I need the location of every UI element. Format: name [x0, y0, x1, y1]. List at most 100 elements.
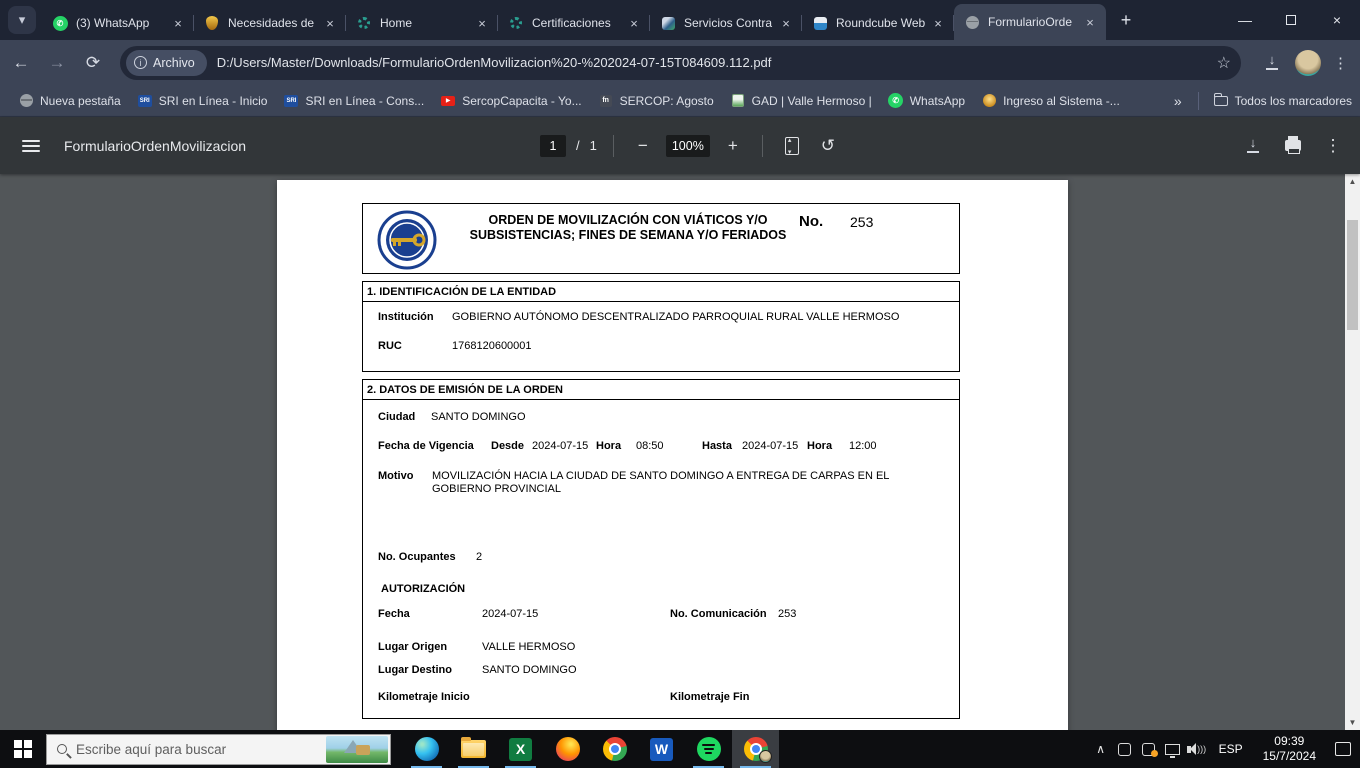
reload-button[interactable]: ⟳: [78, 48, 108, 78]
tab-home[interactable]: Home ×: [346, 6, 498, 40]
hora-desde-value: 08:50: [636, 440, 664, 452]
file-explorer-icon: [461, 737, 486, 758]
zoom-in-button[interactable]: +: [720, 133, 746, 159]
tab-close-icon[interactable]: ×: [1082, 14, 1098, 30]
taskbar-clock[interactable]: 09:39 15/7/2024: [1253, 734, 1326, 764]
tab-certificaciones[interactable]: Certificaciones ×: [498, 6, 650, 40]
tab-label: Home: [380, 16, 413, 30]
taskbar-excel[interactable]: X: [497, 730, 544, 768]
contraloria-logo: [377, 210, 437, 270]
tab-whatsapp[interactable]: ✆ (3) WhatsApp ×: [42, 6, 194, 40]
bookmark-label: GAD | Valle Hermoso |: [751, 93, 872, 108]
tab-close-icon[interactable]: ×: [322, 15, 338, 31]
forward-button[interactable]: →: [42, 48, 72, 78]
bookmark-ingreso-sistema[interactable]: Ingreso al Sistema -...: [973, 89, 1128, 113]
rotate-button[interactable]: ↺: [815, 133, 841, 159]
page-number-input[interactable]: 1: [540, 134, 566, 157]
tray-onedrive[interactable]: [1113, 730, 1137, 768]
pdf-print-button[interactable]: [1280, 133, 1306, 159]
notification-center-button[interactable]: [1326, 730, 1360, 768]
chevron-down-icon: ▾: [18, 12, 26, 27]
folder-icon: [1213, 92, 1228, 106]
bookmark-sercop-agosto[interactable]: fn SERCOP: Agosto: [590, 89, 722, 113]
pdf-download-button[interactable]: ↓: [1240, 133, 1266, 159]
profile-avatar[interactable]: [1295, 49, 1321, 76]
hora-desde-label: Hora: [596, 440, 622, 452]
language-indicator[interactable]: ESP: [1209, 742, 1253, 756]
bookmark-sri-inicio[interactable]: SRI SRI en Línea - Inicio: [129, 89, 276, 113]
file-scheme-chip[interactable]: i Archivo: [126, 49, 207, 76]
taskbar-word[interactable]: W: [638, 730, 685, 768]
scroll-down-arrow[interactable]: ▼: [1345, 715, 1360, 730]
fit-to-page-button[interactable]: [779, 133, 805, 159]
clock-date: 15/7/2024: [1262, 749, 1316, 763]
browser-toolbar: ← → ⟳ i Archivo D:/Users/Master/Download…: [0, 40, 1360, 85]
scroll-up-arrow[interactable]: ▲: [1345, 174, 1360, 189]
bookmark-gad-valle-hermoso[interactable]: GAD | Valle Hermoso |: [722, 89, 880, 113]
window-close-button[interactable]: ×: [1314, 0, 1360, 40]
taskbar-spotify[interactable]: [685, 730, 732, 768]
address-bar[interactable]: i Archivo D:/Users/Master/Downloads/Form…: [120, 45, 1241, 80]
tab-roundcube[interactable]: Roundcube Web ×: [802, 6, 954, 40]
section2-title: 2. DATOS DE EMISIÓN DE LA ORDEN: [363, 380, 959, 400]
tab-formulario-active[interactable]: FormularioOrde ×: [954, 4, 1106, 40]
tab-close-icon[interactable]: ×: [778, 15, 794, 31]
tab-servicios[interactable]: Servicios Contra ×: [650, 6, 802, 40]
start-button[interactable]: [0, 730, 46, 768]
destino-label: Lugar Destino: [378, 664, 452, 676]
fecha-value: 2024-07-15: [482, 608, 539, 620]
pdf-menu-button[interactable]: [22, 139, 40, 152]
taskbar-chrome[interactable]: [591, 730, 638, 768]
speaker-icon: ))): [1187, 743, 1206, 755]
desde-label: Desde: [491, 440, 525, 452]
new-tab-button[interactable]: +: [1112, 6, 1140, 34]
taskbar-edge[interactable]: [403, 730, 450, 768]
tab-close-icon[interactable]: ×: [170, 15, 186, 31]
maximize-icon: [1286, 15, 1296, 25]
motivo-value: MOVILIZACIÓN HACIA LA CIUDAD DE SANTO DO…: [432, 470, 890, 495]
bookmark-sercopcapacita[interactable]: ▶ SercopCapacita - Yo...: [432, 89, 589, 113]
form-header-box: ORDEN DE MOVILIZACIÓN CON VIÁTICOS Y/O S…: [362, 203, 960, 274]
zoom-level-input[interactable]: 100%: [665, 134, 710, 157]
tray-expand-button[interactable]: ∧: [1089, 730, 1113, 768]
tab-necesidades[interactable]: Necesidades de ×: [194, 6, 346, 40]
bookmark-whatsapp[interactable]: ✆ WhatsApp: [880, 89, 973, 113]
taskbar-file-explorer[interactable]: [450, 730, 497, 768]
order-no-label: No.: [799, 213, 824, 230]
bookmark-nueva-pestana[interactable]: Nueva pestaña: [10, 89, 129, 113]
tray-network[interactable]: [1161, 730, 1185, 768]
section1-box: 1. IDENTIFICACIÓN DE LA ENTIDAD Instituc…: [362, 281, 960, 372]
tray-volume[interactable]: ))): [1185, 730, 1209, 768]
bookmark-sri-consultas[interactable]: SRI SRI en Línea - Cons...: [275, 89, 432, 113]
comunicacion-label: No. Comunicación: [670, 608, 767, 620]
all-bookmarks-button[interactable]: Todos los marcadores: [1205, 89, 1360, 113]
tab-close-icon[interactable]: ×: [474, 15, 490, 31]
fit-page-icon: [784, 136, 799, 156]
pdf-more-button[interactable]: ⋮: [1320, 133, 1346, 159]
bookmark-label: Ingreso al Sistema -...: [1003, 93, 1120, 108]
scrollbar-thumb[interactable]: [1347, 220, 1358, 330]
tab-close-icon[interactable]: ×: [930, 15, 946, 31]
bookmark-star-icon[interactable]: ☆: [1217, 53, 1231, 73]
news-weather-widget[interactable]: [326, 735, 388, 763]
back-button[interactable]: ←: [6, 48, 36, 78]
hora-hasta-value: 12:00: [849, 440, 877, 452]
tray-update-badge[interactable]: [1137, 730, 1161, 768]
bookmarks-overflow-button[interactable]: »: [1164, 93, 1192, 109]
info-icon: i: [134, 56, 147, 69]
pdf-scrollbar[interactable]: ▲ ▼: [1345, 174, 1360, 730]
window-maximize-button[interactable]: [1268, 0, 1314, 40]
network-icon: [1165, 743, 1181, 758]
bookmark-label: SERCOP: Agosto: [619, 93, 714, 108]
tab-close-icon[interactable]: ×: [626, 15, 642, 31]
browser-menu-button[interactable]: ⋮: [1329, 54, 1360, 72]
sri-icon: SRI: [137, 94, 152, 107]
zoom-out-button[interactable]: −: [630, 133, 656, 159]
window-minimize-button[interactable]: —: [1222, 0, 1268, 40]
url-text[interactable]: D:/Users/Master/Downloads/FormularioOrde…: [217, 55, 1209, 70]
taskbar-search-input[interactable]: Escribe aquí para buscar: [46, 733, 391, 765]
taskbar-chrome-active[interactable]: [732, 730, 779, 768]
downloads-button[interactable]: ↓: [1257, 48, 1287, 78]
tab-search-button[interactable]: ▾: [8, 6, 36, 34]
taskbar-firefox[interactable]: [544, 730, 591, 768]
